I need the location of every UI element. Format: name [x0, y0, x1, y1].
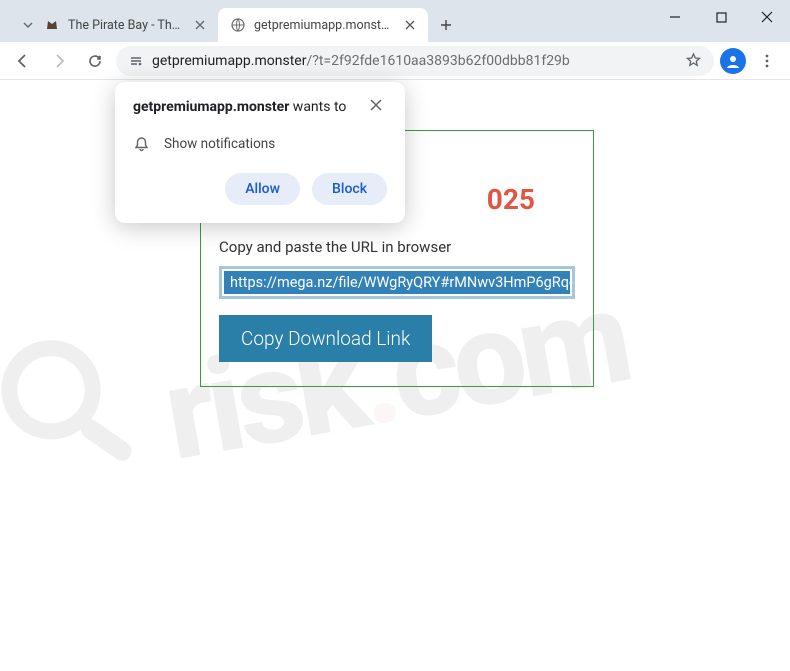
close-icon[interactable]: [369, 98, 387, 112]
block-button[interactable]: Block: [312, 173, 387, 205]
browser-toolbar: getpremiumapp.monster/?t=2f92fde1610aa38…: [0, 42, 790, 80]
copy-download-link-button[interactable]: Copy Download Link: [219, 315, 432, 362]
allow-button[interactable]: Allow: [225, 173, 300, 205]
bell-icon: [133, 136, 150, 153]
url-box[interactable]: https://mega.nz/file/WWgRyQRY#rMNwv3HmP6…: [219, 266, 575, 299]
notification-permission-popup: getpremiumapp.monster wants to Show noti…: [115, 82, 405, 223]
star-icon[interactable]: [685, 52, 702, 69]
tab-getpremiumapp[interactable]: getpremiumapp.monster/?t=2f: [218, 8, 428, 42]
download-url: https://mega.nz/file/WWgRyQRY#rMNwv3HmP6…: [224, 271, 570, 294]
permission-item-label: Show notifications: [164, 136, 275, 152]
window-controls: [652, 0, 790, 34]
minimize-button[interactable]: [652, 0, 698, 34]
site-settings-icon[interactable]: [128, 53, 144, 69]
close-window-button[interactable]: [744, 0, 790, 34]
chevron-down-icon: [20, 17, 36, 33]
instruction-text: Copy and paste the URL in browser: [219, 238, 575, 256]
back-button[interactable]: [8, 46, 38, 76]
url-text: getpremiumapp.monster/?t=2f92fde1610aa38…: [152, 53, 677, 69]
tab-pirate-bay[interactable]: The Pirate Bay - The galaxy's m: [8, 8, 218, 42]
new-tab-button[interactable]: [432, 11, 460, 39]
address-bar[interactable]: getpremiumapp.monster/?t=2f92fde1610aa38…: [116, 46, 714, 76]
maximize-button[interactable]: [698, 0, 744, 34]
close-icon[interactable]: [402, 17, 418, 33]
reload-button[interactable]: [80, 46, 110, 76]
forward-button[interactable]: [44, 46, 74, 76]
tab-title: getpremiumapp.monster/?t=2f: [254, 18, 394, 33]
site-favicon: [44, 17, 60, 33]
close-icon[interactable]: [192, 17, 208, 33]
permission-prompt-text: getpremiumapp.monster wants to: [133, 98, 346, 118]
profile-avatar[interactable]: [720, 48, 746, 74]
menu-button[interactable]: [752, 46, 782, 76]
globe-icon: [230, 17, 246, 33]
tab-title: The Pirate Bay - The galaxy's m: [68, 18, 184, 33]
titlebar: The Pirate Bay - The galaxy's m getpremi…: [0, 0, 790, 42]
